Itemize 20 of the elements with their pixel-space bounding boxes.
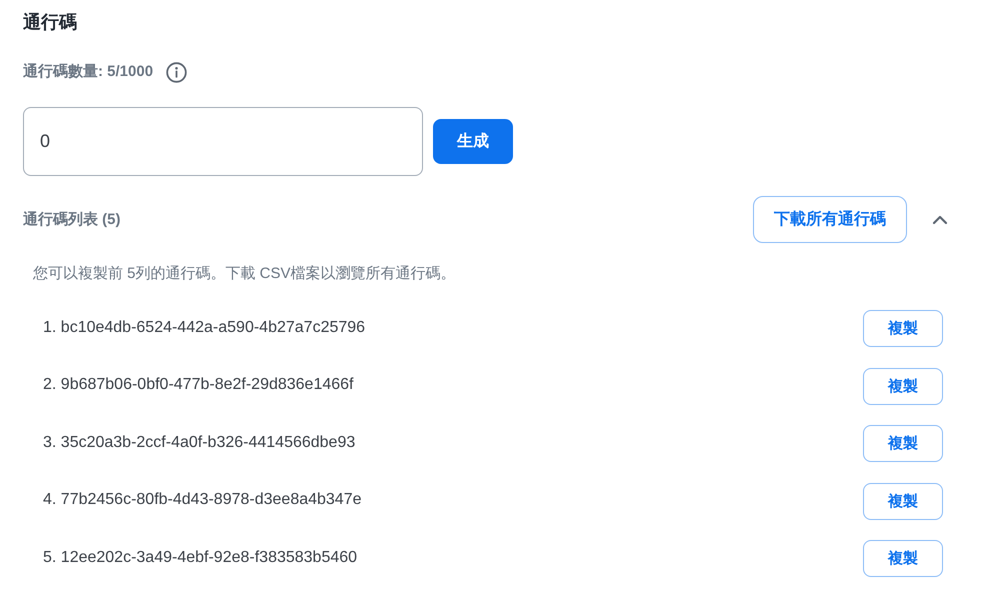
copy-button[interactable]: 複製 (863, 482, 943, 520)
quantity-input[interactable]: 0 (23, 107, 423, 176)
pass-code: 5. 12ee202c-3a49-4ebf-92e8-f383583b5460 (43, 548, 358, 568)
pass-code: 4. 77b2456c-80fb-4d43-8978-d3ee8a4b347e (43, 490, 362, 510)
download-button[interactable]: 下載所有通行碼 (753, 196, 907, 243)
copy-button[interactable]: 複製 (863, 310, 943, 347)
quota-label: 通行碼數量: 5/1000 (23, 62, 154, 82)
info-note: 您可以複製前 5列的通行碼。下載 CSV檔案以瀏覽所有通行碼。 (33, 264, 456, 284)
generate-button[interactable]: 生成 (433, 119, 513, 164)
list-title: 通行碼列表 (5) (23, 210, 120, 230)
collapse-button[interactable] (931, 214, 949, 226)
section-title: 通行碼 (23, 11, 77, 34)
copy-button[interactable]: 複製 (863, 425, 943, 462)
pass-code: 1. bc10e4db-6524-442a-a590-4b27a7c25796 (43, 318, 366, 338)
copy-button[interactable]: 複製 (863, 540, 943, 577)
copy-button[interactable]: 複製 (863, 368, 943, 404)
pass-code: 2. 9b687b06-0bf0-477b-8e2f-29d836e1466f (43, 375, 354, 395)
info-icon[interactable] (166, 62, 188, 82)
chevron-icon (931, 214, 949, 226)
pass-code: 3. 35c20a3b-2ccf-4a0f-b326-4414566dbe93 (43, 432, 356, 452)
